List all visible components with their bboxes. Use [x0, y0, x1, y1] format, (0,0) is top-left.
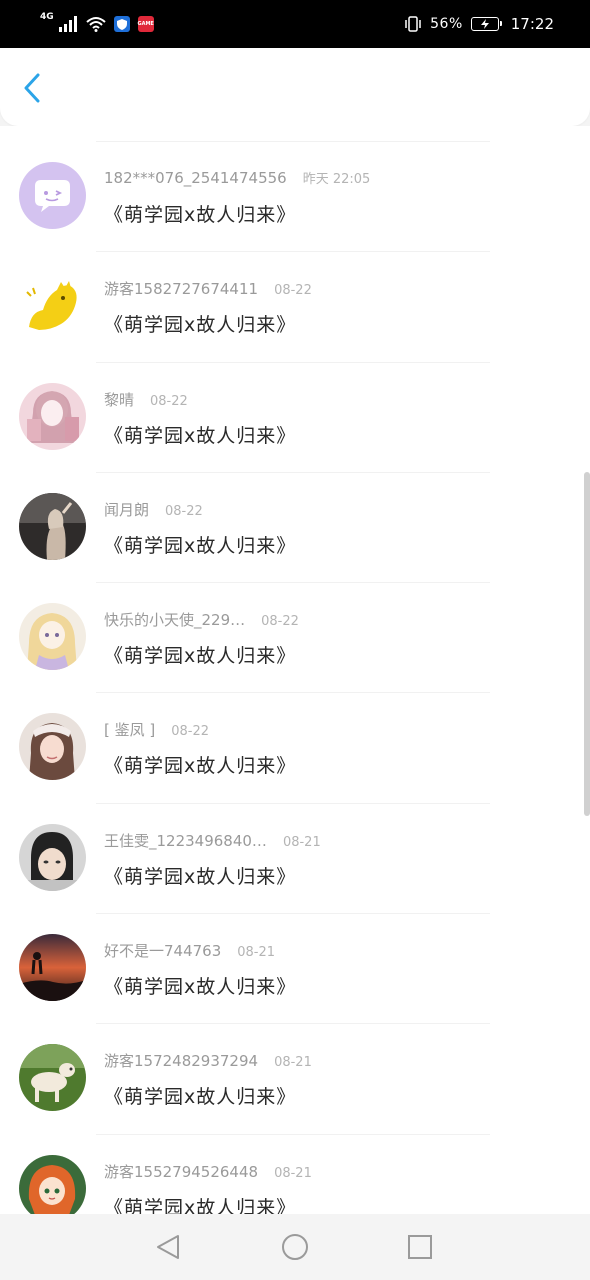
battery-icon: [470, 17, 502, 31]
avatar[interactable]: [19, 934, 86, 1002]
system-nav-bar: [0, 1214, 590, 1280]
user-name[interactable]: [ 鉴凤 ]: [104, 719, 155, 740]
girl-photo-avatar-icon: [19, 713, 86, 781]
game-app-icon: GAME: [137, 16, 154, 32]
network-type: 4G: [40, 12, 54, 22]
avatar[interactable]: [19, 272, 86, 340]
square-recents-icon: [408, 1235, 432, 1259]
status-left: 4G GAME: [40, 12, 154, 32]
list-item[interactable]: 游客1552794526448 08-21 《萌学园x故人归来》: [0, 1135, 590, 1214]
avatar[interactable]: [19, 1044, 86, 1112]
yellow-dinosaur-avatar-icon: [19, 272, 86, 340]
clock: 17:22: [510, 15, 554, 33]
list-item[interactable]: 游客1572482937294 08-21 《萌学园x故人归来》: [0, 1024, 590, 1135]
top-app-bar: [0, 48, 590, 126]
battery-percentage: 56%: [430, 16, 463, 32]
item-meta: 游客1552794526448 08-21: [104, 1161, 312, 1182]
vibrate-icon: [405, 16, 421, 32]
status-right: 56% 17:22: [404, 15, 554, 33]
user-name[interactable]: 快乐的小天使_229…: [104, 609, 245, 630]
game-app-label: GAME: [137, 21, 154, 27]
message-text: 《萌学园x故人归来》: [104, 755, 297, 778]
avatar[interactable]: [19, 162, 86, 229]
message-text: 《萌学园x故人归来》: [104, 865, 297, 888]
message-time: 08-21: [237, 945, 276, 961]
chat-bubble-avatar-icon: [19, 162, 86, 229]
avatar[interactable]: [19, 823, 86, 891]
item-meta: 闻月朗 08-22: [104, 499, 203, 520]
item-meta: 游客1572482937294 08-21: [104, 1050, 312, 1071]
message-time: 08-21: [282, 834, 321, 850]
list-item[interactable]: 闻月朗 08-22 《萌学园x故人归来》: [0, 473, 590, 584]
signal-icon: [58, 16, 77, 32]
status-bar: 4G GAME 56% 17:22: [0, 0, 590, 48]
anime-pink-avatar-icon: [19, 382, 86, 450]
message-text: 《萌学园x故人归来》: [104, 314, 297, 337]
scrollbar[interactable]: [584, 472, 590, 816]
back-button[interactable]: [14, 70, 50, 106]
sunset-avatar-icon: [19, 934, 86, 1002]
message-time: 08-22: [274, 283, 312, 299]
avatar[interactable]: [19, 492, 86, 560]
user-name[interactable]: 闻月朗: [104, 499, 149, 520]
anime-light-avatar-icon: [19, 603, 86, 671]
wifi-icon: [85, 17, 106, 32]
list-item[interactable]: 游客1582727674411 08-22 《萌学园x故人归来》: [0, 252, 590, 363]
list-item[interactable]: 快乐的小天使_229… 08-22 《萌学园x故人归来》: [0, 583, 590, 694]
message-list: 182***076_2541474556 昨天 22:05 《萌学园x故人归来》…: [0, 142, 590, 1214]
list-item[interactable]: [ 鉴凤 ] 08-22 《萌学园x故人归来》: [0, 693, 590, 804]
avatar[interactable]: [19, 1154, 86, 1214]
list-item[interactable]: 182***076_2541474556 昨天 22:05 《萌学园x故人归来》: [0, 142, 590, 253]
user-name[interactable]: 黎晴: [104, 389, 134, 410]
user-name[interactable]: 游客1572482937294: [104, 1050, 258, 1071]
message-text: 《萌学园x故人归来》: [104, 976, 297, 999]
message-time: 08-21: [274, 1165, 312, 1181]
anime-red-hair-avatar-icon: [19, 1154, 86, 1214]
message-time: 08-22: [171, 724, 210, 740]
message-text: 《萌学园x故人归来》: [104, 534, 297, 557]
avatar[interactable]: [19, 603, 86, 671]
item-meta: [ 鉴凤 ] 08-22: [104, 719, 209, 740]
message-text: 《萌学园x故人归来》: [104, 424, 297, 447]
message-time: 08-22: [261, 614, 299, 630]
message-text: 《萌学园x故人归来》: [104, 204, 297, 226]
avatar[interactable]: [19, 713, 86, 781]
message-text: 《萌学园x故人归来》: [104, 1196, 297, 1214]
item-meta: 好不是一744763 08-21: [104, 940, 275, 961]
message-time: 08-21: [274, 1055, 312, 1071]
message-text: 《萌学园x故人归来》: [104, 645, 297, 668]
item-meta: 王佳雯_1223496840… 08-21: [104, 830, 321, 851]
dog-avatar-icon: [19, 1044, 86, 1112]
list-item[interactable]: 王佳雯_1223496840… 08-21 《萌学园x故人归来》: [0, 804, 590, 915]
list-item[interactable]: 好不是一744763 08-21 《萌学园x故人归来》: [0, 914, 590, 1025]
nav-recents-button[interactable]: [405, 1232, 435, 1262]
item-meta: 快乐的小天使_229… 08-22: [104, 609, 299, 630]
user-name[interactable]: 游客1582727674411: [104, 278, 258, 299]
shield-app-icon: [113, 16, 130, 32]
message-time: 昨天 22:05: [302, 172, 371, 187]
user-name[interactable]: 游客1552794526448: [104, 1161, 258, 1182]
user-name[interactable]: 王佳雯_1223496840…: [104, 830, 267, 851]
message-text: 《萌学园x故人归来》: [104, 1086, 297, 1109]
circle-home-icon: [282, 1234, 308, 1260]
message-list-area[interactable]: 182***076_2541474556 昨天 22:05 《萌学园x故人归来》…: [0, 126, 590, 1214]
triangle-back-icon: [157, 1235, 179, 1259]
user-name[interactable]: 182***076_2541474556: [104, 169, 287, 187]
item-meta: 182***076_2541474556 昨天 22:05: [104, 168, 370, 187]
item-meta: 黎晴 08-22: [104, 389, 188, 410]
nav-back-button[interactable]: [154, 1232, 184, 1262]
item-meta: 游客1582727674411 08-22: [104, 278, 312, 299]
nav-home-button[interactable]: [280, 1232, 310, 1262]
chevron-left-icon: [24, 73, 40, 103]
avatar[interactable]: [19, 382, 86, 450]
message-time: 08-22: [165, 503, 203, 519]
dark-photo-avatar-icon: [19, 492, 86, 560]
list-item[interactable]: 黎晴 08-22 《萌学园x故人归来》: [0, 363, 590, 473]
face-photo-avatar-icon: [19, 823, 86, 891]
message-time: 08-22: [150, 393, 188, 409]
user-name[interactable]: 好不是一744763: [104, 940, 221, 961]
